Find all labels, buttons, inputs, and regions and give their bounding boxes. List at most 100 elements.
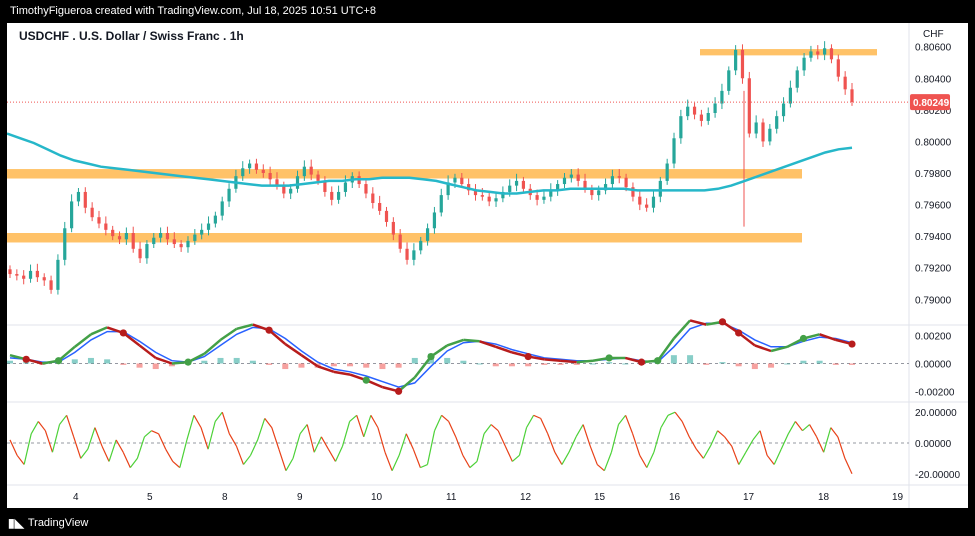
candle-body — [699, 114, 703, 121]
candle-body — [754, 122, 758, 134]
candle-body — [200, 229, 204, 235]
oscillator-segment — [370, 415, 379, 428]
candle-body — [781, 103, 786, 117]
candle-body — [638, 196, 642, 205]
oscillator-segment — [455, 436, 464, 456]
candle-body — [227, 188, 231, 202]
oscillator-segment — [695, 448, 704, 459]
oscillator-segment — [625, 415, 634, 434]
candle-body — [15, 274, 19, 276]
histogram-bar — [687, 355, 694, 364]
oscillator-segment — [221, 412, 230, 434]
histogram-bar — [379, 363, 386, 370]
cross-marker — [362, 376, 370, 384]
oscillator-segment — [610, 424, 620, 453]
histogram-bar — [751, 363, 758, 370]
oscillator-segment — [412, 448, 421, 468]
oscillator-segment — [667, 411, 676, 416]
candle-body — [405, 248, 409, 260]
candle-body — [309, 166, 313, 175]
oscillator-segment — [618, 414, 627, 425]
oscillator-segment — [745, 439, 754, 453]
oscillator-segment — [101, 445, 110, 462]
candle-body — [686, 106, 690, 117]
wave-line-segment — [317, 365, 335, 374]
candle-body — [651, 196, 656, 208]
candle-body — [111, 229, 115, 237]
time-tick-label: 4 — [73, 492, 79, 503]
wave-line-segment — [74, 333, 92, 348]
wave-line-segment — [544, 358, 561, 362]
oscillator-segment — [214, 411, 223, 422]
oscillator-segment — [264, 418, 273, 428]
candle-body — [104, 223, 108, 230]
candle-body — [521, 180, 526, 189]
oscillator-segment — [816, 436, 825, 453]
candle-body — [76, 191, 81, 202]
histogram-bar — [670, 355, 677, 364]
candle-body — [56, 259, 60, 290]
candle-body — [692, 106, 697, 115]
cross-marker — [799, 334, 808, 343]
candle-body — [610, 176, 615, 185]
candle-body — [425, 228, 430, 241]
time-tick-label: 8 — [222, 492, 228, 503]
price-tick-label: 0.80000 — [915, 137, 952, 148]
histogram-bar — [347, 363, 354, 367]
candle-body — [658, 180, 662, 197]
chart-svg[interactable]: USDCHF . U.S. Dollar / Swiss Franc . 1h C… — [6, 23, 968, 508]
oscillator-segment — [193, 415, 202, 428]
histogram-bar — [557, 363, 564, 365]
tradingview-logo[interactable]: ▮◣ TradingView — [8, 516, 88, 530]
candle-body — [145, 244, 149, 259]
candle-body — [179, 244, 183, 248]
candle-body — [8, 269, 12, 275]
histogram-bar — [460, 360, 467, 364]
oscillator-segment — [334, 445, 344, 462]
oscillator-segment — [773, 448, 782, 465]
cross-marker — [184, 358, 192, 366]
time-tick-label: 10 — [371, 492, 383, 503]
footer-bar: ▮◣ TradingView — [0, 508, 975, 536]
oscillator-segment — [724, 436, 733, 447]
histogram-bar — [800, 360, 807, 364]
oscillator-segment — [731, 445, 740, 465]
candle-body — [22, 275, 26, 279]
oscillator-segment — [299, 424, 308, 435]
histogram-bar — [282, 363, 289, 370]
candle-body — [186, 240, 190, 248]
histogram-bar — [525, 363, 532, 367]
oscillator-segment — [568, 436, 577, 453]
chart-area[interactable]: USDCHF . U.S. Dollar / Swiss Franc . 1h C… — [6, 23, 968, 508]
oscillator-segment — [448, 421, 457, 438]
histogram-bar — [266, 363, 273, 365]
histogram-bar — [444, 357, 451, 364]
oscillator-segment — [533, 414, 541, 419]
histogram-bar — [768, 363, 775, 368]
histogram-bar — [395, 363, 402, 368]
candle-body — [645, 204, 649, 208]
oscillator-segment — [384, 452, 393, 471]
last-price-label: 0.80249 — [913, 98, 950, 109]
price-tick-label: 0.79200 — [915, 264, 952, 275]
oscillator-segment — [660, 415, 669, 428]
candle-body — [542, 196, 546, 200]
wave-line-segment — [333, 370, 351, 376]
oscillator-segment — [356, 415, 365, 438]
wave-tick-label: 0.00000 — [915, 360, 952, 371]
candle-body — [138, 248, 142, 259]
oscillator-segment — [596, 464, 605, 472]
candle-body — [816, 51, 820, 55]
candle-body — [316, 174, 320, 181]
currency-label: CHF — [923, 29, 944, 40]
cross-marker — [654, 357, 662, 365]
oscillator-segment — [87, 427, 96, 450]
candle-body — [480, 195, 484, 197]
candle-body — [28, 270, 33, 279]
oscillator-segment — [540, 418, 549, 435]
oscillator-segment — [490, 424, 499, 432]
candle-body — [624, 177, 628, 188]
histogram-bar — [104, 359, 111, 364]
candle-body — [734, 49, 738, 71]
candle-body — [261, 169, 265, 173]
